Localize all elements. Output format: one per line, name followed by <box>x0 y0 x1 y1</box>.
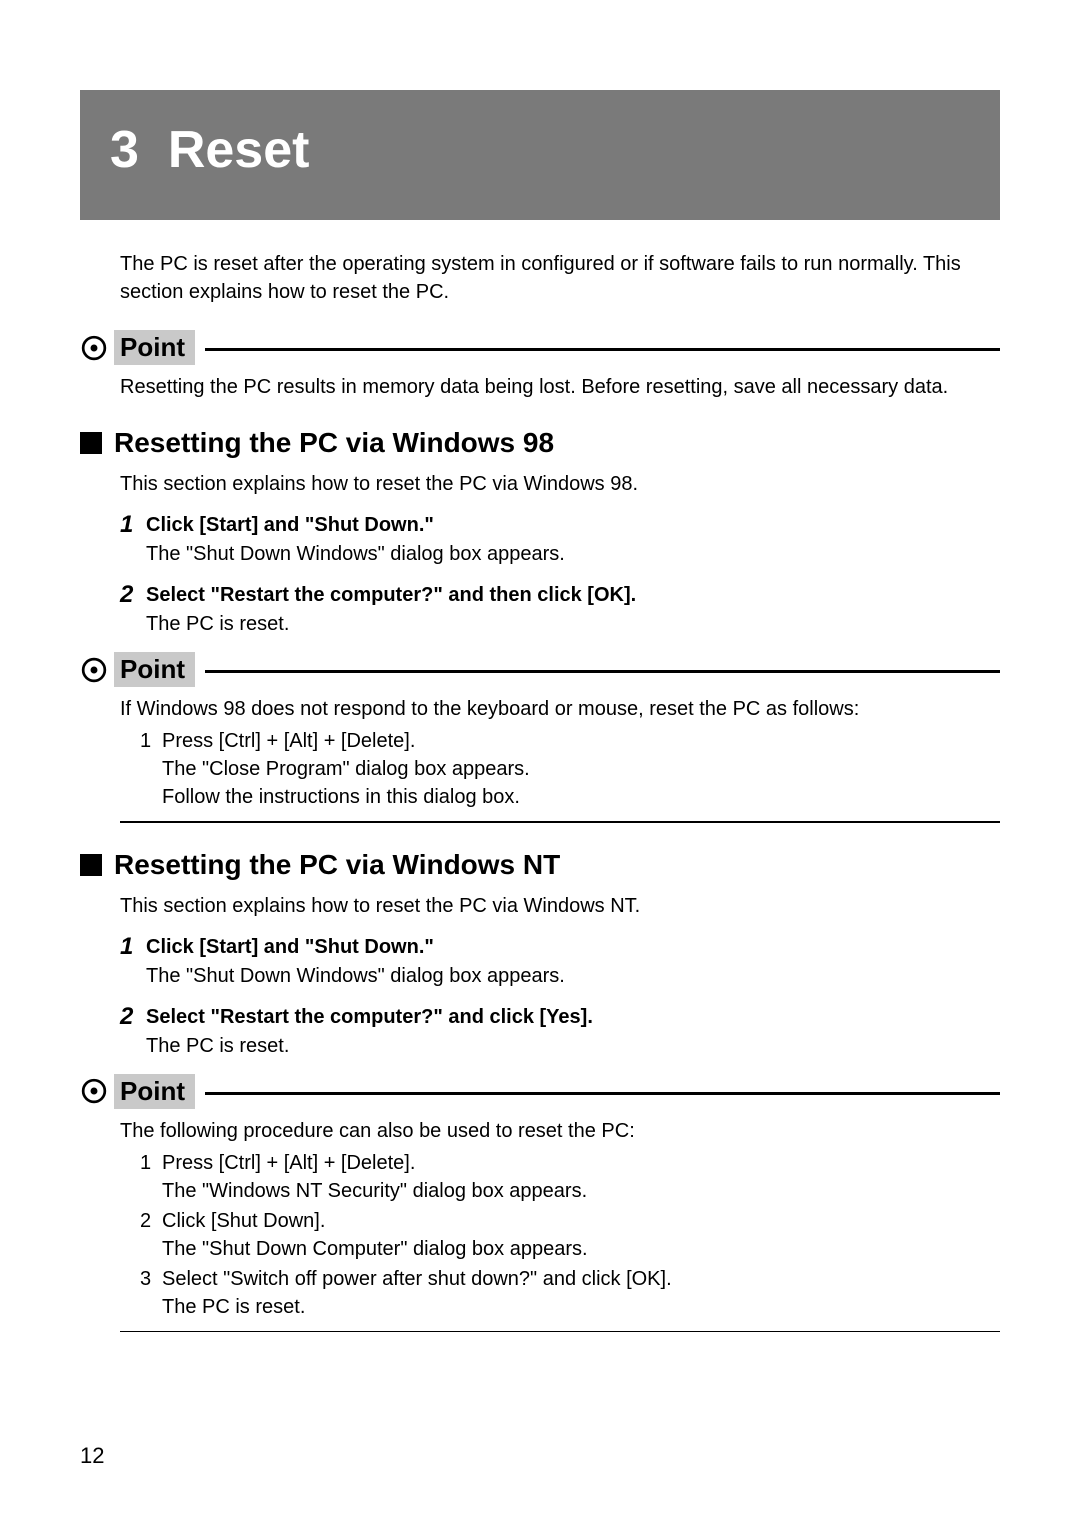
point-rule <box>205 1092 1000 1095</box>
point-label: Point <box>114 330 195 365</box>
section-heading-win98: Resetting the PC via Windows 98 <box>80 427 1000 459</box>
intro-paragraph: The PC is reset after the operating syst… <box>120 250 1000 306</box>
point-label: Point <box>114 1074 195 1109</box>
page-number: 12 <box>80 1443 104 1469</box>
sub-line: Press [Ctrl] + [Alt] + [Delete]. <box>162 1149 1000 1177</box>
point-icon <box>80 656 108 684</box>
point-icon <box>80 334 108 362</box>
step-item: 2 Select "Restart the computer?" and cli… <box>120 1004 1000 1060</box>
sub-line: The PC is reset. <box>162 1293 1000 1321</box>
point-sublist: 1 Press [Ctrl] + [Alt] + [Delete]. The "… <box>140 1149 1000 1321</box>
sub-content: Press [Ctrl] + [Alt] + [Delete]. The "Cl… <box>162 727 1000 811</box>
point-body: If Windows 98 does not respond to the ke… <box>120 695 1000 811</box>
step-desc: The "Shut Down Windows" dialog box appea… <box>146 541 1000 568</box>
sub-line: The "Shut Down Computer" dialog box appe… <box>162 1235 1000 1263</box>
point-block-3: Point The following procedure can also b… <box>80 1074 1000 1333</box>
step-number: 2 <box>120 582 146 638</box>
point-block-2: Point If Windows 98 does not respond to … <box>80 652 1000 823</box>
point-body: The following procedure can also be used… <box>120 1117 1000 1321</box>
step-item: 1 Click [Start] and "Shut Down." The "Sh… <box>120 934 1000 990</box>
step-content: Select "Restart the computer?" and then … <box>146 582 1000 638</box>
chapter-name: Reset <box>168 121 310 179</box>
chapter-title: 3 Reset <box>110 120 970 180</box>
point-close-rule <box>120 1331 1000 1333</box>
step-content: Click [Start] and "Shut Down." The "Shut… <box>146 934 1000 990</box>
sub-item: 1 Press [Ctrl] + [Alt] + [Delete]. The "… <box>140 727 1000 811</box>
step-title: Click [Start] and "Shut Down." <box>146 934 1000 961</box>
point-lead: The following procedure can also be used… <box>120 1117 1000 1145</box>
point-rule <box>205 670 1000 673</box>
sub-item: 1 Press [Ctrl] + [Alt] + [Delete]. The "… <box>140 1149 1000 1205</box>
sub-line: The "Windows NT Security" dialog box app… <box>162 1177 1000 1205</box>
sub-line: Follow the instructions in this dialog b… <box>162 783 1000 811</box>
sub-item: 3 Select "Switch off power after shut do… <box>140 1265 1000 1321</box>
square-bullet-icon <box>80 854 102 876</box>
step-desc: The PC is reset. <box>146 611 1000 638</box>
step-number: 1 <box>120 934 146 990</box>
step-desc: The "Shut Down Windows" dialog box appea… <box>146 963 1000 990</box>
step-title: Click [Start] and "Shut Down." <box>146 512 1000 539</box>
sub-content: Press [Ctrl] + [Alt] + [Delete]. The "Wi… <box>162 1149 1000 1205</box>
section-title: Resetting the PC via Windows 98 <box>114 427 554 459</box>
point-header: Point <box>80 652 1000 687</box>
step-title: Select "Restart the computer?" and then … <box>146 582 1000 609</box>
sub-content: Select "Switch off power after shut down… <box>162 1265 1000 1321</box>
sub-line: Press [Ctrl] + [Alt] + [Delete]. <box>162 727 1000 755</box>
step-content: Click [Start] and "Shut Down." The "Shut… <box>146 512 1000 568</box>
chapter-header: 3 Reset <box>80 90 1000 220</box>
point-icon <box>80 1077 108 1105</box>
point-lead: If Windows 98 does not respond to the ke… <box>120 695 1000 723</box>
step-item: 1 Click [Start] and "Shut Down." The "Sh… <box>120 512 1000 568</box>
sub-line: Select "Switch off power after shut down… <box>162 1265 1000 1293</box>
point-close-rule <box>120 821 1000 823</box>
section-heading-winnt: Resetting the PC via Windows NT <box>80 849 1000 881</box>
step-title: Select "Restart the computer?" and click… <box>146 1004 1000 1031</box>
step-number: 1 <box>120 512 146 568</box>
step-number: 2 <box>120 1004 146 1060</box>
sub-content: Click [Shut Down]. The "Shut Down Comput… <box>162 1207 1000 1263</box>
square-bullet-icon <box>80 432 102 454</box>
section-intro: This section explains how to reset the P… <box>120 473 1000 496</box>
point-header: Point <box>80 330 1000 365</box>
sub-number: 3 <box>140 1265 162 1321</box>
chapter-number: 3 <box>110 121 139 179</box>
point-label: Point <box>114 652 195 687</box>
sub-line: The "Close Program" dialog box appears. <box>162 755 1000 783</box>
sub-number: 1 <box>140 1149 162 1205</box>
point-rule <box>205 348 1000 351</box>
sub-number: 1 <box>140 727 162 811</box>
point-body: Resetting the PC results in memory data … <box>120 373 1000 401</box>
sub-line: Click [Shut Down]. <box>162 1207 1000 1235</box>
step-desc: The PC is reset. <box>146 1033 1000 1060</box>
point-block-1: Point Resetting the PC results in memory… <box>80 330 1000 401</box>
step-item: 2 Select "Restart the computer?" and the… <box>120 582 1000 638</box>
point-header: Point <box>80 1074 1000 1109</box>
sub-item: 2 Click [Shut Down]. The "Shut Down Comp… <box>140 1207 1000 1263</box>
section-title: Resetting the PC via Windows NT <box>114 849 560 881</box>
step-content: Select "Restart the computer?" and click… <box>146 1004 1000 1060</box>
section-intro: This section explains how to reset the P… <box>120 895 1000 918</box>
sub-number: 2 <box>140 1207 162 1263</box>
point-sublist: 1 Press [Ctrl] + [Alt] + [Delete]. The "… <box>140 727 1000 811</box>
